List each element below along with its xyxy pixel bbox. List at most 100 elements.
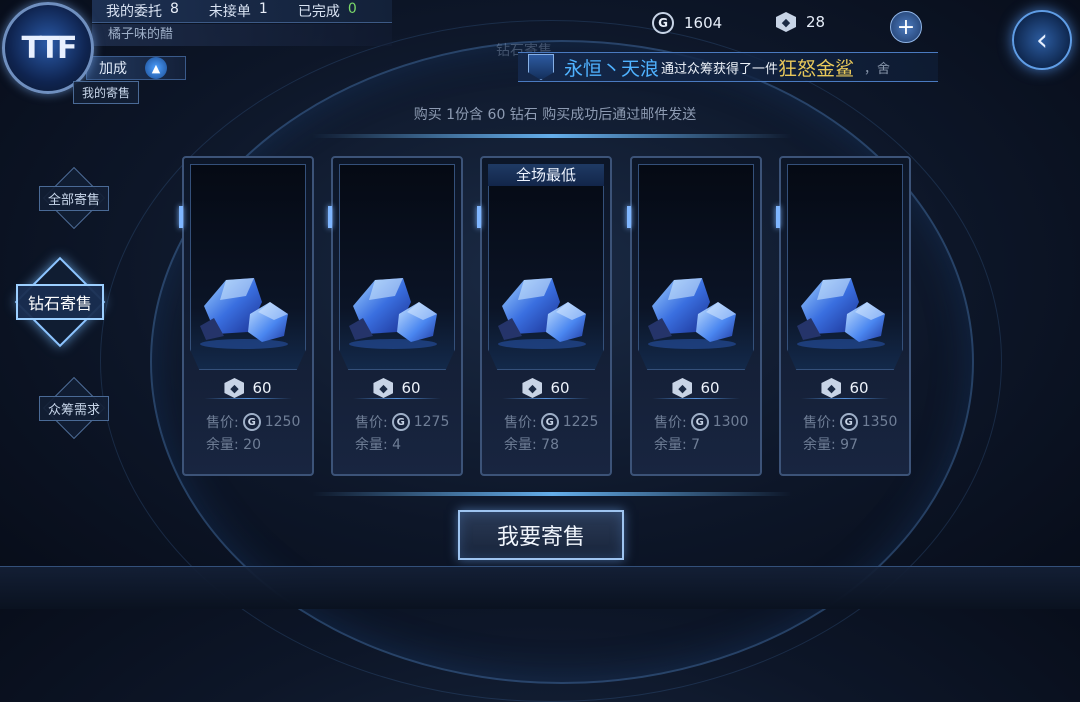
broadcast-banner: 永恒丶天浪 通过众筹获得了一件 狂怒金鲨 ，舍 xyxy=(518,52,938,82)
price-value: 1250 xyxy=(264,414,301,430)
stock-row: 余量: 20 xyxy=(206,434,261,454)
diamond-gem-icon xyxy=(648,278,736,349)
diamond-amount: 28 xyxy=(806,13,826,31)
stat-label: 未接单 xyxy=(208,4,251,20)
card-side-marker xyxy=(627,206,631,228)
diamond-quantity: 60 xyxy=(401,379,421,397)
broadcast-tail: ，舍 xyxy=(864,61,891,77)
card-side-marker xyxy=(179,206,183,228)
price-value: 1275 xyxy=(413,414,450,430)
stock-value: 4 xyxy=(392,437,402,453)
bonus-button[interactable]: 加成 ▲ xyxy=(86,56,186,80)
diamond-amount-row: ◆ 60 xyxy=(482,378,610,399)
stat-label: 已完成 xyxy=(297,4,340,20)
diamond-cube-icon: ◆ xyxy=(373,378,394,398)
top-glow-divider xyxy=(312,134,792,138)
diamond-cube-icon: ◆ xyxy=(776,12,796,32)
commission-stats-bar: 我的委托 8 未接单 1 已完成 0 xyxy=(92,0,392,23)
broadcast-player-name: 永恒丶天浪 xyxy=(564,57,660,80)
nav-label: 众筹需求 xyxy=(38,395,109,421)
stock-row: 余量: 97 xyxy=(803,434,858,454)
stock-row: 余量: 78 xyxy=(504,434,559,454)
diamond-amount-row: ◆ 60 xyxy=(333,378,461,399)
bottom-frame-strip xyxy=(0,566,1080,609)
purchase-description: 购买 1份含 60 钻石 购买成功后通过邮件发送 xyxy=(413,107,697,123)
game-logo-icon: TTF xyxy=(21,30,77,66)
stock-row: 余量: 7 xyxy=(654,434,700,454)
card-side-marker xyxy=(776,206,780,228)
stat-value: 0 xyxy=(347,1,357,17)
broadcast-message: 通过众筹获得了一件 xyxy=(661,61,779,77)
price-row: 售价: G 1350 xyxy=(803,412,897,432)
diamond-amount-row: ◆ 60 xyxy=(632,378,760,399)
price-label: 售价: xyxy=(654,415,687,431)
gold-coin-icon: G xyxy=(690,413,709,431)
price-row: 售价: G 1225 xyxy=(504,412,598,432)
nav-my-consignments[interactable]: 我的寄售 xyxy=(56,78,156,106)
bonus-label: 加成 xyxy=(99,61,127,77)
chevron-up-icon: ▲ xyxy=(145,57,167,79)
bottom-glow-divider xyxy=(312,492,792,496)
sell-button[interactable]: 我要寄售 xyxy=(458,510,624,560)
stat-unaccepted[interactable]: 未接单 1 xyxy=(209,1,268,21)
gold-amount: 1604 xyxy=(684,14,723,32)
diamond-quantity: 60 xyxy=(849,379,869,397)
stat-value: 1 xyxy=(258,1,268,17)
stock-label: 余量: xyxy=(803,437,836,453)
price-row: 售价: G 1275 xyxy=(355,412,449,432)
stat-label: 我的委托 xyxy=(106,4,162,20)
stat-my-commissions[interactable]: 我的委托 8 xyxy=(106,1,179,21)
stock-label: 余量: xyxy=(654,437,687,453)
stock-row: 余量: 4 xyxy=(355,434,401,454)
gold-coin-icon: G xyxy=(391,413,410,431)
add-currency-button[interactable]: + xyxy=(890,11,922,43)
diamond-cube-icon: ◆ xyxy=(522,378,543,398)
diamond-amount-row: ◆ 60 xyxy=(781,378,909,399)
shield-icon xyxy=(528,54,554,80)
price-value: 1225 xyxy=(562,414,599,430)
stock-value: 7 xyxy=(691,437,701,453)
diamond-balance: ◆ 28 xyxy=(776,12,825,32)
stock-value: 78 xyxy=(541,437,559,453)
back-button[interactable]: ‹ xyxy=(1012,10,1072,70)
price-row: 售价: G 1300 xyxy=(654,412,748,432)
diamond-gem-icon xyxy=(797,278,885,349)
nav-label: 钻石寄售 xyxy=(15,284,104,320)
stock-label: 余量: xyxy=(504,437,537,453)
stock-label: 余量: xyxy=(206,437,239,453)
gold-coin-icon: G xyxy=(652,12,674,34)
listing-card[interactable]: ◆ 60 售价: G 1350 余量: 97 xyxy=(776,156,911,476)
price-label: 售价: xyxy=(803,415,836,431)
price-value: 1350 xyxy=(861,414,898,430)
stock-value: 97 xyxy=(840,437,858,453)
diamond-amount-row: ◆ 60 xyxy=(184,378,312,399)
diamond-cube-icon: ◆ xyxy=(224,378,245,398)
nav-label: 我的寄售 xyxy=(72,80,139,104)
lowest-price-tag: 全场最低 xyxy=(488,164,604,186)
card-side-marker xyxy=(477,206,481,228)
gold-coin-icon: G xyxy=(839,413,858,431)
gold-coin-icon: G xyxy=(242,413,261,431)
price-label: 售价: xyxy=(504,415,537,431)
price-value: 1300 xyxy=(712,414,749,430)
listing-card[interactable]: ◆ 60 售价: G 1275 余量: 4 xyxy=(328,156,463,476)
stat-value: 8 xyxy=(170,1,179,17)
diamond-cube-icon: ◆ xyxy=(672,378,693,398)
stock-value: 20 xyxy=(243,437,261,453)
player-name: 橘子味的醋 xyxy=(92,24,392,46)
stat-completed[interactable]: 已完成 0 xyxy=(298,1,357,21)
stock-label: 余量: xyxy=(355,437,388,453)
nav-crowdfunding[interactable]: 众筹需求 xyxy=(24,376,124,440)
gold-coin-icon: G xyxy=(540,413,559,431)
nav-all-consignments[interactable]: 全部寄售 xyxy=(24,166,124,230)
diamond-cube-icon: ◆ xyxy=(821,378,842,398)
diamond-gem-icon xyxy=(498,278,586,349)
listing-card-lowest[interactable]: 全场最低 ◆ 60 售价: G 1225 余量: 78 xyxy=(477,156,612,476)
diamond-gem-icon xyxy=(349,278,437,349)
listing-card[interactable]: ◆ 60 售价: G 1300 余量: 7 xyxy=(627,156,762,476)
nav-label: 全部寄售 xyxy=(38,185,109,211)
diamond-quantity: 60 xyxy=(550,379,570,397)
nav-diamond-consignments[interactable]: 钻石寄售 xyxy=(4,256,116,348)
broadcast-item: 狂怒金鲨 xyxy=(778,57,855,80)
listing-card[interactable]: ◆ 60 售价: G 1250 余量: 20 xyxy=(179,156,314,476)
